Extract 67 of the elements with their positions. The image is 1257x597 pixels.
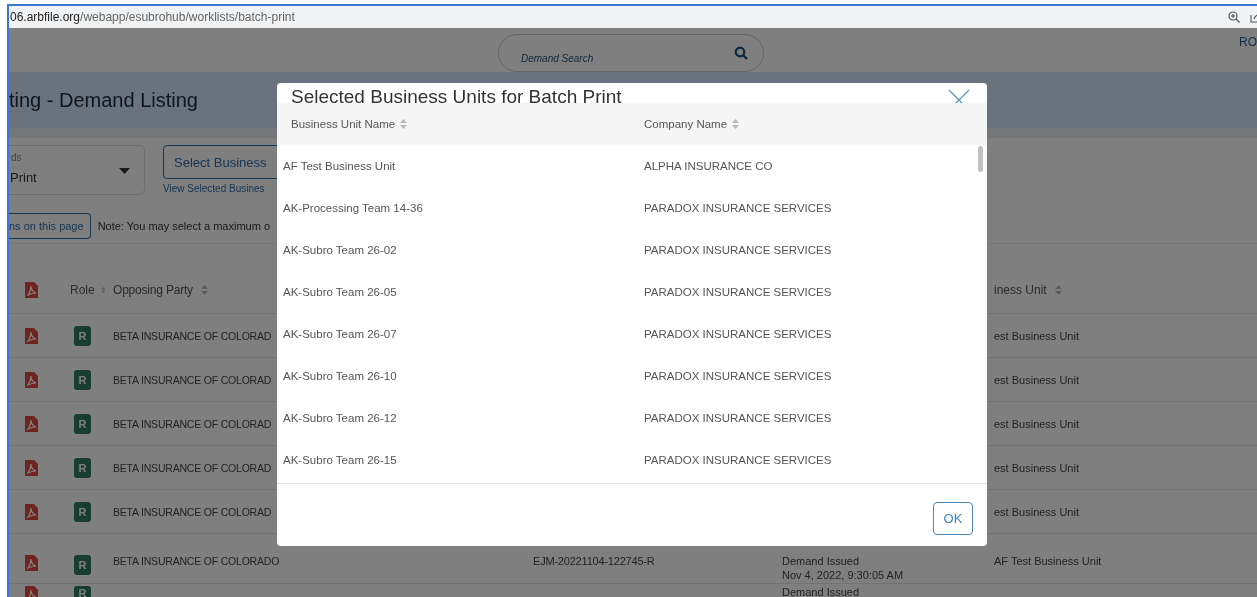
pdf-icon[interactable] — [25, 327, 38, 344]
table-cell-text: Demand Issued — [782, 586, 861, 597]
table-cell-text: AK-Subro Team 26-15 — [283, 454, 398, 466]
search-field[interactable]: Demand Search — [498, 34, 764, 72]
table-cell-text: PARADOX INSURANCE SERVICES — [644, 412, 833, 424]
table-cell: BETA INSURANCE OF COLORAD — [113, 329, 272, 342]
role-badge: R — [74, 369, 91, 390]
table-cell-text: AK-Subro Team 26-07 — [283, 328, 398, 340]
user-menu[interactable]: RO — [1239, 35, 1257, 49]
page-title: ting - Demand Listing — [9, 88, 198, 112]
table-cell: BETA INSURANCE OF COLORAD — [113, 461, 272, 474]
pdf-icon[interactable] — [25, 555, 38, 571]
column-header[interactable]: Opposing Party — [113, 283, 193, 297]
note-text: Note: You may select a maximum o — [97, 219, 271, 232]
role-badge: R — [74, 501, 91, 522]
table-cell: est Business Unit — [994, 461, 1079, 474]
search-icon[interactable] — [734, 46, 748, 60]
pdf-icon[interactable] — [25, 503, 38, 520]
pdf-icon[interactable] — [25, 415, 38, 432]
table-cell: AF Test Business Unit — [994, 555, 1102, 567]
table-cell: est Business Unit — [994, 505, 1079, 518]
table-cell: est Business Unit — [994, 373, 1079, 386]
role-badge: R — [74, 586, 91, 597]
table-cell-text: AK-Subro Team 26-12 — [283, 412, 398, 424]
table-cell-text: Demand Issued — [782, 555, 861, 567]
table-cell: BETA INSURANCE OF COLORAD — [113, 505, 272, 518]
role-badge: R — [74, 457, 91, 478]
table-cell: EJM-20221104-122745-R — [533, 555, 655, 567]
pdf-icon[interactable] — [25, 282, 38, 298]
zoom-in-icon[interactable] — [1228, 11, 1240, 23]
ok-button[interactable]: OK — [933, 501, 973, 535]
select-page-button[interactable]: ns on this page — [9, 212, 91, 239]
modal-title: Selected Business Units for Batch Print — [291, 86, 622, 108]
url-text[interactable]: 06.arbfile.org/webapp/esubrohub/worklists/batch-print — [10, 10, 295, 24]
table-cell: BETA INSURANCE OF COLORADO — [113, 555, 280, 567]
pdf-icon[interactable] — [25, 459, 38, 476]
table-cell-text: ALPHA INSURANCE CO — [644, 160, 774, 172]
role-badge: R — [74, 413, 91, 434]
table-cell-text: PARADOX INSURANCE SERVICES — [644, 328, 833, 340]
table-cell-text: PARADOX INSURANCE SERVICES — [644, 370, 833, 382]
table-cell-text: AK-Subro Team 26-05 — [283, 286, 398, 298]
column-header[interactable]: Company Name — [644, 118, 728, 130]
column-header[interactable]: iness Unit — [994, 283, 1047, 297]
caret-icon — [119, 168, 130, 174]
sort-icon[interactable] — [1054, 285, 1062, 295]
table-cell-text: PARADOX INSURANCE SERVICES — [644, 244, 833, 256]
role-badge: R — [74, 555, 91, 575]
role-badge: R — [74, 325, 91, 346]
column-header[interactable]: Business Unit Name — [291, 118, 396, 130]
table-cell: BETA INSURANCE OF COLORAD — [113, 373, 272, 386]
table-cell-text: AK-Subro Team 26-02 — [283, 244, 398, 256]
table-cell-text: PARADOX INSURANCE SERVICES — [644, 454, 833, 466]
sort-icon[interactable] — [200, 285, 208, 295]
table-cell-text: Nov 4, 2022, 9:30:05 AM — [782, 569, 905, 581]
pdf-icon[interactable] — [25, 371, 38, 388]
scrollbar-thumb[interactable] — [978, 146, 983, 172]
table-cell: est Business Unit — [994, 329, 1079, 342]
table-cell: est Business Unit — [994, 417, 1079, 430]
table-cell: BETA INSURANCE OF COLORAD — [113, 417, 272, 430]
table-cell-text: AK-Processing Team 14-36 — [283, 202, 424, 214]
table-cell-text: AK-Subro Team 26-10 — [283, 370, 398, 382]
sort-icon[interactable] — [100, 285, 105, 295]
sort-icon[interactable] — [400, 119, 408, 129]
table-cell-text: PARADOX INSURANCE SERVICES — [644, 202, 833, 214]
column-header[interactable]: Role — [70, 283, 95, 297]
sort-icon[interactable] — [732, 119, 740, 129]
table-cell-text: PARADOX INSURANCE SERVICES — [644, 286, 833, 298]
